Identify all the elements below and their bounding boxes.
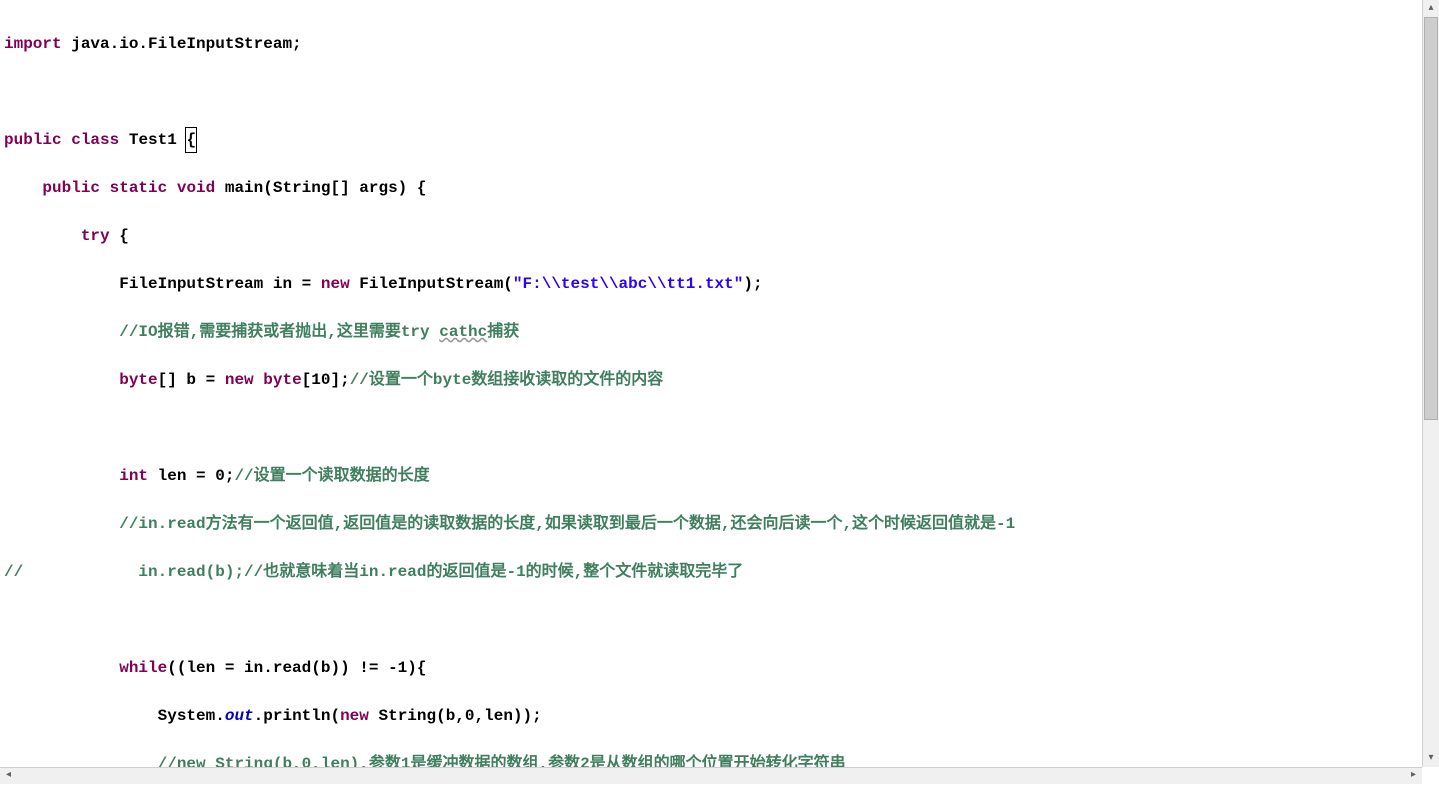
code-line[interactable] (4, 80, 1418, 104)
keyword: new (321, 275, 350, 293)
code-line[interactable]: //new String(b,0,len),参数1是缓冲数据的数组,参数2是从数… (4, 752, 1418, 767)
method-sig: main(String[] args) { (215, 179, 426, 197)
code-line[interactable] (4, 608, 1418, 632)
comment-typo: len (321, 755, 350, 767)
keyword: public (4, 131, 62, 149)
keyword: try (81, 227, 110, 245)
code-line[interactable]: while((len = in.read(b)) != -1){ (4, 656, 1418, 680)
code-line[interactable]: try { (4, 224, 1418, 248)
scroll-right-arrow-icon[interactable]: ▸ (1405, 768, 1422, 784)
scroll-up-arrow-icon[interactable]: ▴ (1423, 0, 1439, 17)
scroll-track[interactable] (1423, 17, 1439, 750)
comment: //也就意味着当in.read的返回值是-1的时候,整个文件就读取完毕了 (244, 563, 743, 581)
keyword: byte (119, 371, 157, 389)
scroll-thumb[interactable] (1424, 17, 1438, 420)
keyword: while (119, 659, 167, 677)
code-line[interactable]: byte[] b = new byte[10];//设置一个byte数组接收读取… (4, 368, 1418, 392)
horizontal-scrollbar[interactable]: ◂ ▸ (0, 767, 1422, 784)
keyword: int (119, 467, 148, 485)
string-literal: "F:\\test\\abc\\tt1.txt" (513, 275, 743, 293)
main-wrap: import java.io.FileInputStream; public c… (0, 0, 1439, 767)
vertical-scrollbar[interactable]: ▴ ▾ (1422, 0, 1439, 767)
keyword: class (71, 131, 119, 149)
scroll-left-arrow-icon[interactable]: ◂ (0, 768, 17, 784)
keyword: byte (263, 371, 301, 389)
keyword: static (110, 179, 168, 197)
code-text: java.io.FileInputStream; (62, 35, 302, 53)
keyword: import (4, 35, 62, 53)
code-line[interactable]: FileInputStream in = new FileInputStream… (4, 272, 1418, 296)
comment-typo: cathc (439, 323, 487, 341)
code-line[interactable] (4, 416, 1418, 440)
code-line[interactable]: //IO报错,需要捕获或者抛出,这里需要try cathc捕获 (4, 320, 1418, 344)
code-line[interactable]: int len = 0;//设置一个读取数据的长度 (4, 464, 1418, 488)
code-line[interactable]: // in.read(b);//也就意味着当in.read的返回值是-1的时候,… (4, 560, 1418, 584)
scroll-down-arrow-icon[interactable]: ▾ (1423, 750, 1439, 767)
scroll-track[interactable] (17, 768, 1405, 784)
keyword: void (177, 179, 215, 197)
comment: //in.read方法有一个返回值,返回值是的读取数据的长度,如果读取到最后一个… (119, 515, 1015, 533)
class-name: Test1 (119, 131, 186, 149)
keyword: new (340, 707, 369, 725)
cursor-box: { (186, 128, 196, 152)
editor-container: import java.io.FileInputStream; public c… (0, 0, 1439, 784)
comment: //IO报错,需要捕获或者抛出,这里需要try (119, 323, 439, 341)
comment: ),参数1是缓冲数据的数组,参数2是从数组的哪个位置开始转化字符串 (350, 755, 846, 767)
code-line[interactable]: import java.io.FileInputStream; (4, 32, 1418, 56)
keyword: public (42, 179, 100, 197)
comment: //new String(b,0, (158, 755, 321, 767)
comment: 捕获 (487, 323, 519, 341)
comment: //设置一个byte数组接收读取的文件的内容 (350, 371, 664, 389)
static-field: out (225, 707, 254, 725)
code-line[interactable]: public class Test1 { (4, 128, 1418, 152)
code-line[interactable]: System.out.println(new String(b,0,len)); (4, 704, 1418, 728)
comment: // (4, 563, 23, 581)
code-line[interactable]: //in.read方法有一个返回值,返回值是的读取数据的长度,如果读取到最后一个… (4, 512, 1418, 536)
keyword: new (225, 371, 254, 389)
code-area[interactable]: import java.io.FileInputStream; public c… (0, 0, 1422, 767)
comment: //设置一个读取数据的长度 (234, 467, 429, 485)
code-line[interactable]: public static void main(String[] args) { (4, 176, 1418, 200)
